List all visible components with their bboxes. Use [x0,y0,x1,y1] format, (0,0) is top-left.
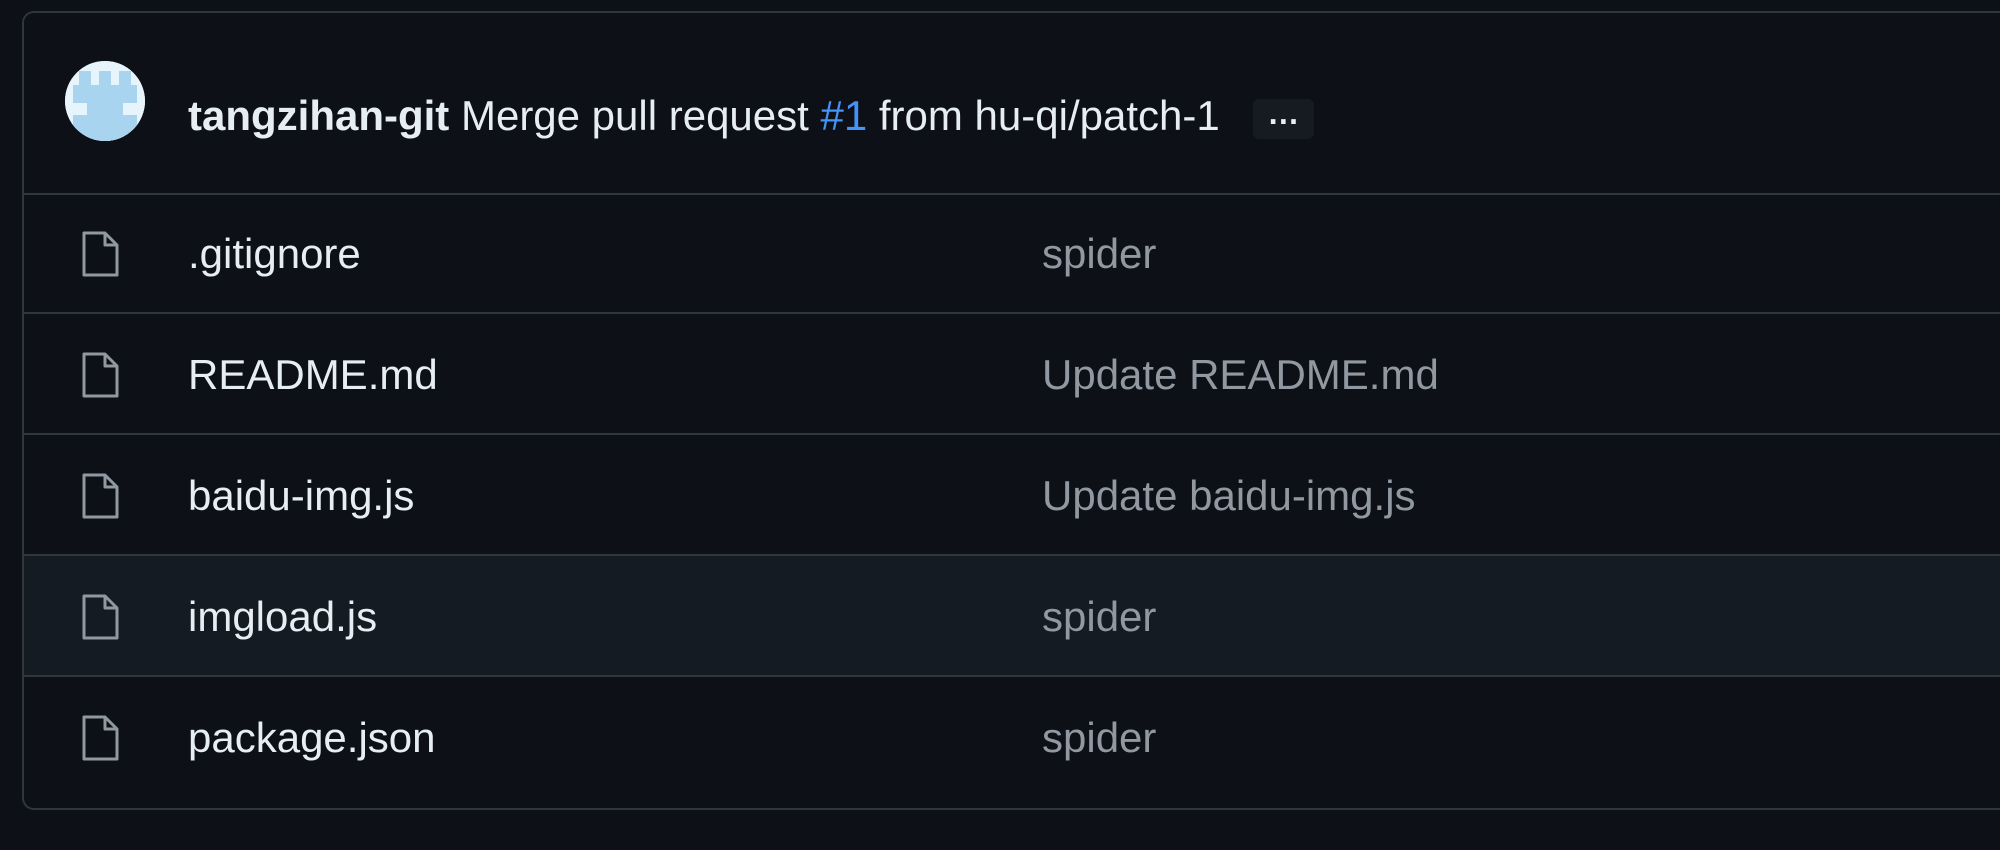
file-row[interactable]: .gitignore spider [24,193,2000,314]
commit-message-prefix[interactable]: Merge pull request [461,92,809,139]
expand-commit-message-button[interactable]: … [1253,97,1315,139]
avatar[interactable] [65,61,145,141]
file-commit-message-link[interactable]: Update README.md [1042,314,1439,435]
file-commit-message-link[interactable]: spider [1042,193,1156,314]
file-list: .gitignore spider README.md Update READM… [24,193,2000,798]
file-row[interactable]: imgload.js spider [24,556,2000,677]
file-icon [82,231,119,277]
file-row[interactable]: package.json spider [24,677,2000,798]
commit-message-suffix[interactable]: from hu-qi/patch-1 [879,92,1220,139]
file-name-link[interactable]: package.json [188,677,436,798]
latest-commit-message: tangzihan-git Merge pull request #1 from… [188,91,1315,141]
file-name-link[interactable]: baidu-img.js [188,435,414,556]
file-commit-message-link[interactable]: spider [1042,556,1156,677]
file-icon [82,594,119,640]
file-name-link[interactable]: imgload.js [188,556,377,677]
file-icon [82,352,119,398]
file-browser-panel: tangzihan-git Merge pull request #1 from… [22,11,2000,810]
file-row[interactable]: baidu-img.js Update baidu-img.js [24,435,2000,556]
commit-author-link[interactable]: tangzihan-git [188,92,449,139]
file-name-link[interactable]: README.md [188,314,438,435]
file-commit-message-link[interactable]: spider [1042,677,1156,798]
file-icon [82,473,119,519]
file-row[interactable]: README.md Update README.md [24,314,2000,435]
file-name-link[interactable]: .gitignore [188,193,361,314]
file-commit-message-link[interactable]: Update baidu-img.js [1042,435,1416,556]
latest-commit-header: tangzihan-git Merge pull request #1 from… [24,13,2000,195]
pull-request-link[interactable]: #1 [821,92,868,139]
file-icon [82,715,119,761]
avatar-identicon-icon [65,61,145,141]
